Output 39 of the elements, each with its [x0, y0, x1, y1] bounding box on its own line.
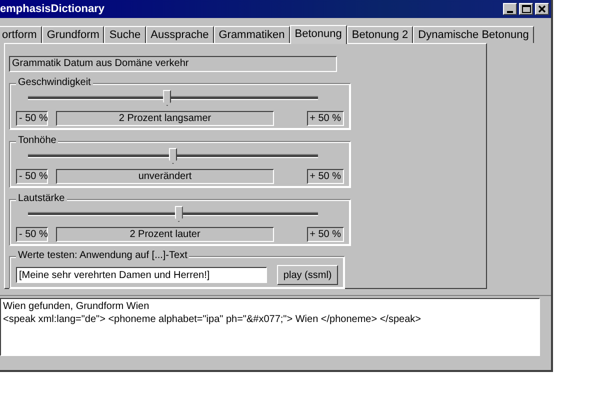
- close-icon: [538, 5, 546, 13]
- tab[interactable]: Grundform: [42, 26, 104, 43]
- window-title: emphasisDictionary: [0, 3, 105, 15]
- tab[interactable]: Betonung: [290, 25, 347, 44]
- output-line: Wien gefunden, Grundform Wien: [3, 300, 150, 313]
- close-button[interactable]: [535, 3, 549, 15]
- slider-reading: 2 Prozent langsamer: [56, 111, 274, 126]
- slider[interactable]: [28, 147, 318, 165]
- slider-thumb[interactable]: [169, 148, 177, 164]
- tab[interactable]: ortform: [0, 26, 42, 43]
- max-label: + 50 %: [306, 111, 344, 126]
- grammar-field: Grammatik Datum aus Domäne verkehr: [9, 56, 337, 72]
- slider-reading: unverändert: [56, 169, 274, 184]
- group-label: Geschwindigkeit: [16, 77, 93, 88]
- slider-thumb[interactable]: [174, 206, 183, 222]
- slider[interactable]: [28, 205, 318, 223]
- min-label: - 50 %: [16, 111, 48, 126]
- max-label: + 50 %: [306, 227, 344, 242]
- slider-thumb[interactable]: [163, 90, 172, 106]
- minimize-button[interactable]: [503, 3, 517, 15]
- group-label: Werte testen: Anwendung auf [...]-Text: [16, 250, 190, 261]
- slider-reading: 2 Prozent lauter: [56, 227, 274, 242]
- tab[interactable]: Grammatiken: [214, 26, 290, 43]
- output-text-area[interactable]: Wien gefunden, Grundform Wien <speak xml:lang="de"> <phoneme alphabet="ipa" ph="&#x077;"> Wien </phoneme> </speak>: [0, 298, 540, 356]
- tab[interactable]: Betonung 2: [346, 26, 414, 43]
- tab[interactable]: Suche: [104, 26, 146, 43]
- test-text-field[interactable]: [Meine sehr verehrten Damen und Herren!]: [16, 267, 268, 283]
- min-label: - 50 %: [16, 227, 48, 242]
- maximize-icon: [522, 5, 530, 13]
- play-button[interactable]: play (ssml): [277, 265, 338, 285]
- group-label: Lautstärke: [16, 193, 67, 204]
- tab[interactable]: Aussprache: [146, 26, 214, 43]
- tab[interactable]: Dynamische Betonung: [413, 26, 534, 43]
- min-label: - 50 %: [16, 169, 48, 184]
- output-line: <speak xml:lang="de"> <phoneme alphabet="ipa" ph="&#x077;"> Wien </phoneme> </speak>: [3, 313, 422, 326]
- maximize-button[interactable]: [519, 3, 533, 15]
- group-label: Tonhöhe: [16, 135, 58, 146]
- max-label: + 50 %: [306, 169, 344, 184]
- slider[interactable]: [28, 89, 318, 107]
